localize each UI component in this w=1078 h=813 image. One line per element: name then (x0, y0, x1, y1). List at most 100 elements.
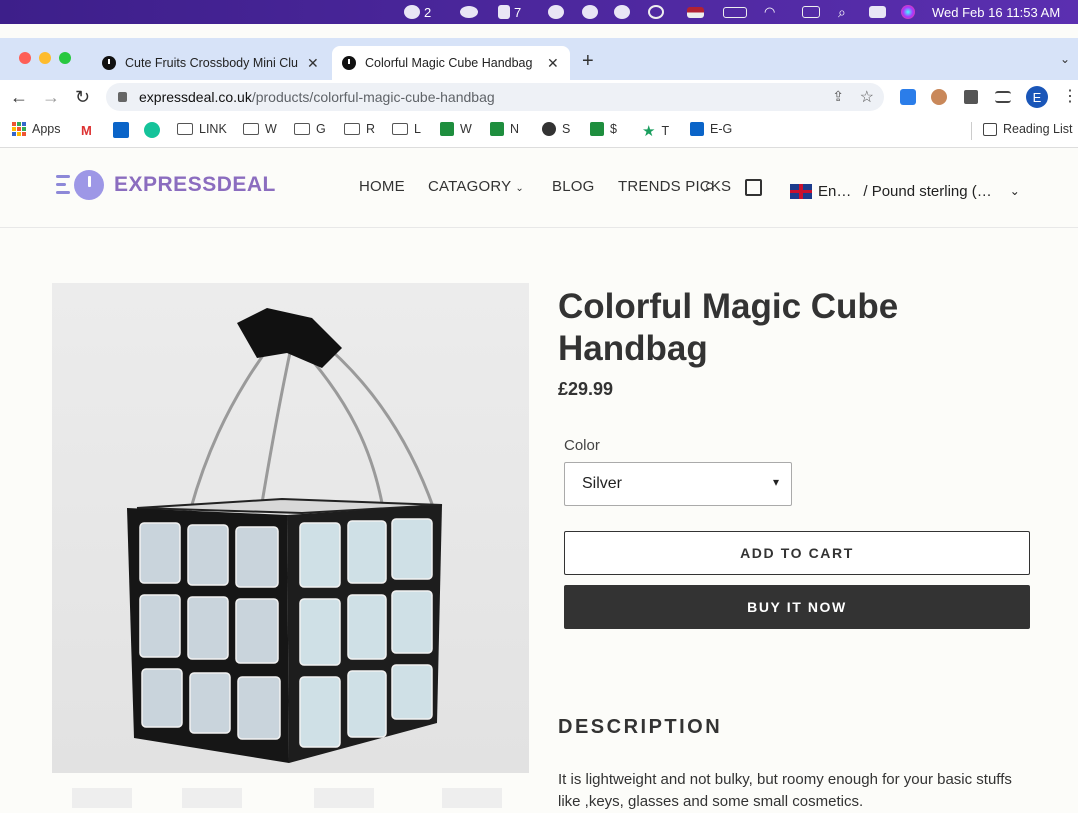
bookmark-folder-r[interactable]: R (344, 122, 375, 136)
nav-category-label: CATAGORY (428, 178, 512, 195)
currency-selector[interactable]: En… / Pound sterling (… ⌄ (790, 176, 1020, 206)
browser-tab-inactive[interactable]: Cute Fruits Crossbody Mini Clu ✕ (92, 46, 330, 80)
wechat-status[interactable]: 2 (404, 4, 431, 20)
battery-icon[interactable] (723, 4, 747, 20)
bookmark-star-icon[interactable]: ☆ (860, 87, 874, 107)
control-center-icon[interactable] (869, 4, 886, 20)
thumbnail-image[interactable] (72, 788, 132, 808)
description-text: It is lightweight and not bulky, but roo… (558, 771, 1012, 810)
uk-flag-icon (790, 183, 812, 199)
close-window-button[interactable] (19, 52, 31, 64)
bookmark-sheet-dollar[interactable]: $ (590, 122, 617, 136)
zoom-window-button[interactable] (59, 52, 71, 64)
bookmark-label: Apps (32, 122, 61, 136)
google-sheets-icon (490, 122, 504, 136)
bookmark-apps[interactable]: Apps (12, 122, 61, 136)
clock-datetime[interactable]: Wed Feb 16 11:53 AM (932, 4, 1060, 20)
share-icon[interactable]: ⇪ (832, 88, 844, 105)
bookmarks-bar: Apps M LINK W G R L W N S $ ★ T E-G Readi… (0, 114, 1078, 148)
download-extension-icon[interactable] (900, 89, 916, 105)
avatar-extension-icon[interactable] (931, 89, 947, 105)
bookmark-label: $ (610, 122, 617, 136)
globe-icon (542, 122, 556, 136)
color-select-value: Silver (582, 475, 623, 492)
site-logo[interactable]: EXPRESSDEAL (56, 170, 276, 200)
apps-grid-icon (12, 122, 26, 136)
wifi-icon[interactable]: ◠ (764, 4, 775, 20)
nav-blog[interactable]: BLOG (552, 178, 594, 195)
currency-label: / Pound sterling (… (863, 182, 992, 200)
close-tab-icon[interactable]: ✕ (307, 55, 319, 72)
bookmark-label: W (460, 122, 472, 136)
nav-category[interactable]: CATAGORY ⌄ (428, 178, 524, 195)
bookmark-folder-w[interactable]: W (243, 122, 277, 136)
reading-list-button[interactable]: Reading List (983, 122, 1073, 136)
wechat-count: 2 (424, 4, 432, 20)
bookmark-star-t[interactable]: ★ T (642, 122, 669, 140)
folder-icon (344, 123, 360, 135)
bookmark-sheet-w[interactable]: W (440, 122, 472, 136)
language-label: En… (818, 182, 852, 200)
bookmarks-divider (971, 122, 972, 140)
bookmark-label: W (265, 122, 277, 136)
time-machine-icon[interactable] (648, 4, 664, 20)
address-bar[interactable]: expressdeal.co.uk/products/colorful-magi… (106, 83, 884, 111)
logo-text: EXPRESSDEAL (114, 173, 276, 196)
browser-tab-active[interactable]: Colorful Magic Cube Handbag ✕ (332, 46, 570, 80)
profile-avatar[interactable]: E (1026, 86, 1048, 108)
reading-mode-icon[interactable] (995, 91, 1011, 103)
app-status-icon-2[interactable] (582, 4, 598, 20)
grammarly-icon[interactable] (144, 122, 160, 138)
close-tab-icon[interactable]: ✕ (547, 55, 559, 72)
search-icon[interactable]: ⌕ (704, 175, 715, 198)
bookmark-globe-s[interactable]: S (542, 122, 570, 136)
check-status-icon[interactable] (614, 4, 630, 20)
spotlight-search-icon[interactable]: ⌕ (838, 4, 846, 20)
bookmark-label: S (562, 122, 571, 136)
bookmark-folder-link[interactable]: LINK (177, 122, 227, 136)
gmail-icon[interactable]: M (81, 123, 92, 138)
reload-icon[interactable]: ↻ (75, 87, 90, 107)
kebab-menu-icon[interactable]: ⋮ (1062, 86, 1078, 106)
google-sheets-icon (440, 122, 454, 136)
us-flag-icon[interactable] (687, 4, 704, 20)
color-select[interactable]: Silver ▾ (564, 462, 792, 506)
add-to-cart-button[interactable]: ADD TO CART (564, 531, 1030, 575)
keyboard-icon[interactable] (802, 4, 820, 20)
thumbnail-image[interactable] (442, 788, 502, 808)
color-label: Color (564, 437, 600, 454)
forward-arrow-icon[interactable]: → (42, 87, 60, 107)
buy-it-now-button[interactable]: BUY IT NOW (564, 585, 1030, 629)
app-status-icon[interactable] (548, 4, 564, 20)
nav-home[interactable]: HOME (359, 178, 405, 195)
chevron-down-icon: ⌄ (515, 183, 524, 194)
new-tab-button[interactable]: + (582, 50, 594, 73)
chevron-down-icon: ⌄ (1009, 184, 1020, 198)
url-host: expressdeal.co.uk (139, 89, 252, 105)
bookmark-folder-g[interactable]: G (294, 122, 326, 136)
thumbnail-image[interactable] (314, 788, 374, 808)
folder-icon (392, 123, 408, 135)
product-title: Colorful Magic Cube Handbag (558, 287, 899, 368)
qq-status[interactable]: 7 (498, 4, 521, 20)
site-favicon-icon (342, 56, 356, 70)
cart-icon[interactable] (745, 179, 762, 196)
back-arrow-icon[interactable]: ← (10, 87, 28, 107)
qq-icon (498, 5, 510, 19)
bookmark-sheet-n[interactable]: N (490, 122, 519, 136)
extensions-puzzle-icon[interactable] (964, 90, 978, 104)
outlook-icon[interactable] (113, 122, 129, 138)
product-price: £29.99 (558, 379, 614, 399)
clock-logo-icon (74, 170, 104, 200)
minimize-window-button[interactable] (39, 52, 51, 64)
bookmark-outlook-eg[interactable]: E-G (690, 122, 732, 136)
thumbnail-image[interactable] (182, 788, 242, 808)
product-image[interactable] (52, 283, 529, 773)
line-icon[interactable] (460, 4, 478, 20)
qq-count: 7 (514, 4, 522, 20)
chevron-down-icon: ▾ (772, 475, 779, 489)
tab-search-chevron-icon[interactable]: ⌄ (1060, 52, 1070, 66)
bookmark-folder-l[interactable]: L (392, 122, 421, 136)
page-content: EXPRESSDEAL HOME CATAGORY ⌄ BLOG TRENDS … (0, 148, 1078, 810)
siri-icon[interactable] (901, 4, 915, 20)
